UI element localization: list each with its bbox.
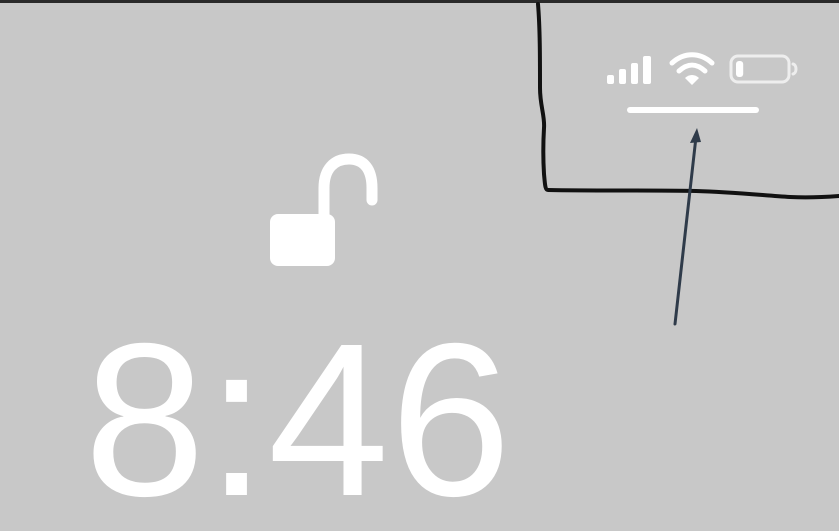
annotation-arrow-line [673,135,698,326]
annotation-box-outline [536,2,839,200]
screen-top-edge [0,0,839,3]
cellular-signal-icon [607,56,651,84]
annotation-arrow-head [690,128,701,143]
home-indicator[interactable] [627,107,759,113]
lock-screen: 8:46 [0,0,839,531]
unlock-icon [270,153,378,266]
clock-time: 8:46 [84,299,513,531]
wifi-icon [669,52,715,85]
status-bar [600,48,805,88]
battery-level-fill [736,61,744,77]
battery-icon [729,54,798,84]
